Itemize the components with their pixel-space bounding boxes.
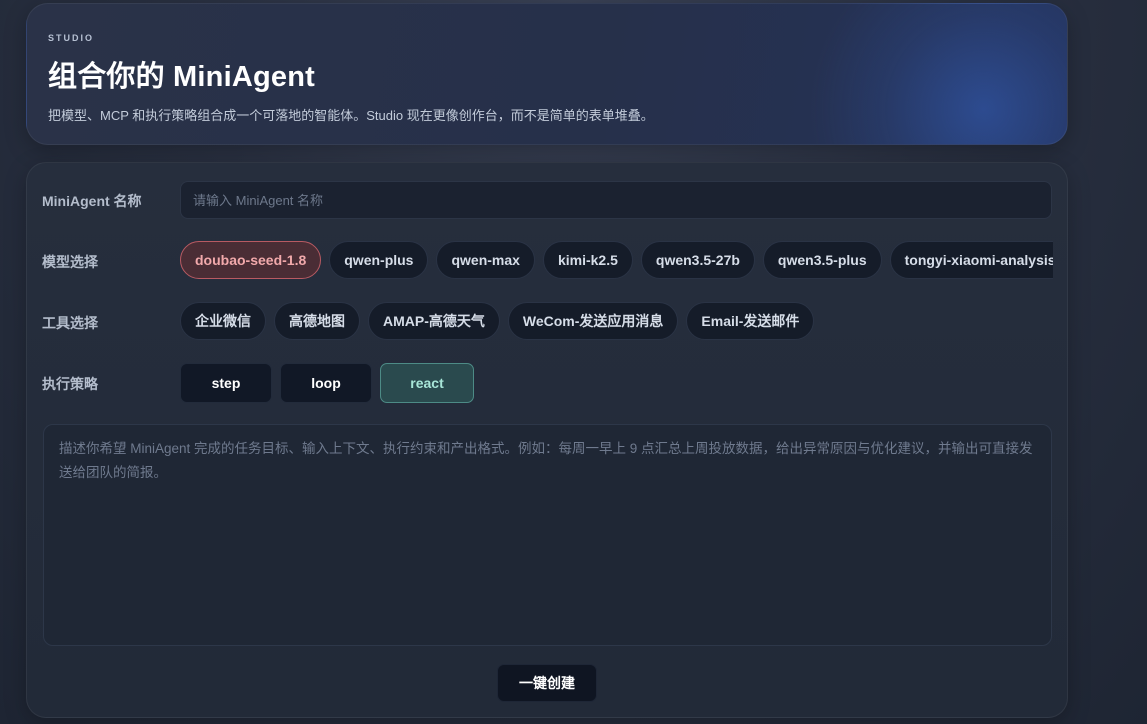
model-chip-doubao-seed-1-8[interactable]: doubao-seed-1.8	[180, 241, 322, 279]
task-description-textarea[interactable]	[43, 424, 1052, 646]
create-button[interactable]: 一键创建	[497, 664, 597, 702]
model-chip-qwen3-5-27b[interactable]: qwen3.5-27b	[640, 241, 755, 279]
tool-chip-amap-weather[interactable]: AMAP-高德天气	[368, 302, 500, 340]
page-subtitle: 把模型、MCP 和执行策略组合成一个可落地的智能体。Studio 现在更像创作台…	[48, 108, 654, 123]
model-chip-qwen-max[interactable]: qwen-max	[436, 241, 535, 279]
eyebrow-label: STUDIO	[48, 33, 95, 43]
model-chip-list: doubao-seed-1.8 qwen-plus qwen-max kimi-…	[180, 241, 1053, 279]
agent-name-input[interactable]	[180, 181, 1052, 219]
strategy-label: 执行策略	[42, 376, 98, 392]
strategy-react-button[interactable]: react	[380, 363, 474, 403]
tool-chip-email[interactable]: Email-发送邮件	[686, 302, 815, 340]
tool-chip-wecom-message[interactable]: WeCom-发送应用消息	[507, 302, 679, 340]
model-chip-tongyi-xiaomi[interactable]: tongyi-xiaomi-analysis	[889, 241, 1053, 279]
agent-form-card: MiniAgent 名称 模型选择 doubao-seed-1.8 qwen-p…	[26, 162, 1068, 718]
tool-chip-amap[interactable]: 高德地图	[274, 302, 360, 340]
model-label: 模型选择	[42, 254, 98, 270]
strategy-button-group: step loop react	[180, 363, 474, 403]
model-chip-kimi-k2-5[interactable]: kimi-k2.5	[542, 241, 633, 279]
tool-chip-list: 企业微信 高德地图 AMAP-高德天气 WeCom-发送应用消息 Email-发…	[180, 302, 815, 340]
strategy-loop-button[interactable]: loop	[280, 363, 372, 403]
model-chip-qwen3-5-plus[interactable]: qwen3.5-plus	[762, 241, 882, 279]
studio-header-card: STUDIO 组合你的 MiniAgent 把模型、MCP 和执行策略组合成一个…	[26, 3, 1068, 145]
strategy-step-button[interactable]: step	[180, 363, 272, 403]
tool-chip-wecom[interactable]: 企业微信	[180, 302, 266, 340]
tool-label: 工具选择	[42, 315, 98, 331]
page-title: 组合你的 MiniAgent	[48, 61, 316, 93]
name-label: MiniAgent 名称	[42, 193, 142, 209]
model-chip-qwen-plus[interactable]: qwen-plus	[329, 241, 429, 279]
